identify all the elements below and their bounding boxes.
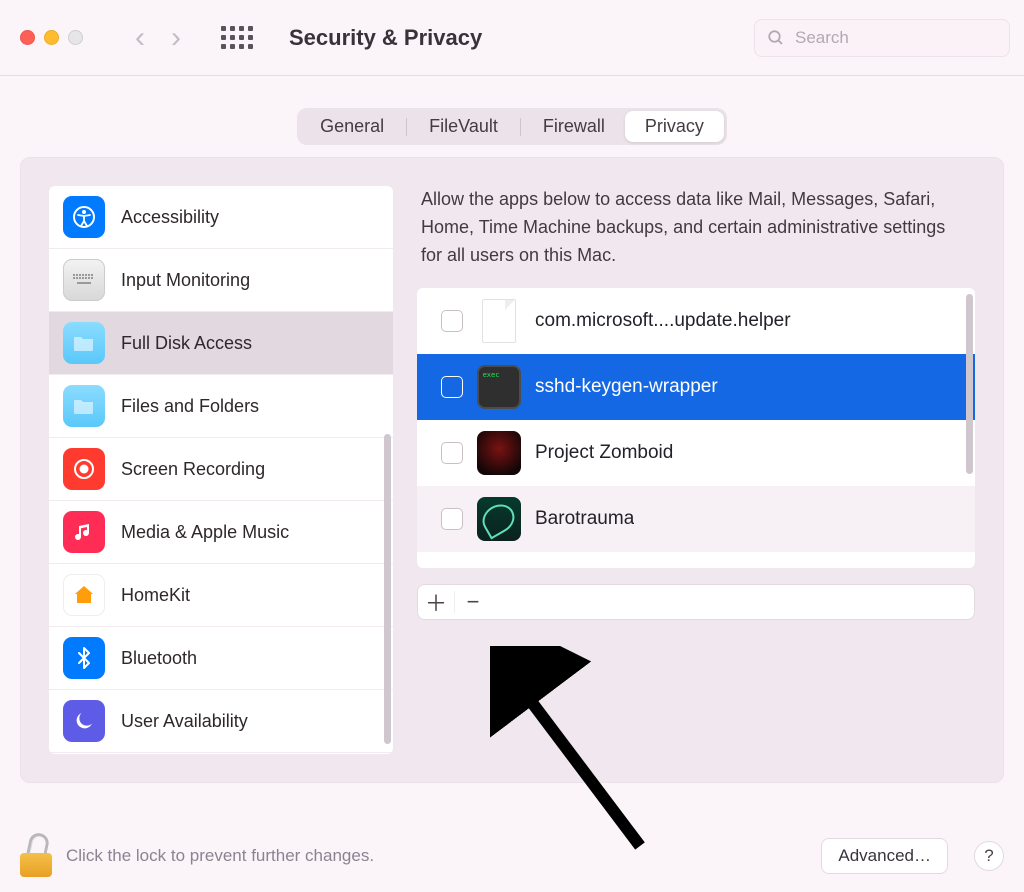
tab-divider — [406, 118, 407, 136]
tab-firewall[interactable]: Firewall — [523, 111, 625, 142]
sidebar-item-label: Full Disk Access — [121, 333, 252, 354]
app-row[interactable]: Project Zomboid — [417, 420, 975, 486]
app-list-scrollbar[interactable] — [966, 294, 973, 474]
main-panel: Accessibility Input Monitoring — [20, 157, 1004, 783]
music-icon — [63, 511, 105, 553]
search-icon — [767, 29, 785, 47]
app-list: com.microsoft....update.helper sshd-keyg… — [417, 288, 975, 568]
help-button[interactable]: ? — [974, 841, 1004, 871]
sidebar-item-label: Input Monitoring — [121, 270, 250, 291]
accessibility-icon — [63, 196, 105, 238]
add-remove-controls: ＋ − — [417, 584, 975, 620]
show-all-prefs-button[interactable] — [221, 26, 253, 49]
search-field-wrap[interactable] — [754, 19, 1010, 57]
tab-filevault[interactable]: FileVault — [409, 111, 518, 142]
permission-description: Allow the apps below to access data like… — [417, 186, 975, 288]
app-checkbox[interactable] — [441, 442, 463, 464]
back-button[interactable]: ‹ — [135, 23, 145, 53]
app-checkbox[interactable] — [441, 508, 463, 530]
tabs: General FileVault Firewall Privacy — [297, 108, 727, 145]
nav-buttons: ‹ › — [135, 23, 181, 53]
screen-record-icon — [63, 448, 105, 490]
app-name: Project Zomboid — [535, 442, 673, 464]
app-row[interactable]: com.microsoft....update.helper — [417, 288, 975, 354]
advanced-button[interactable]: Advanced… — [821, 838, 948, 874]
folder-icon — [63, 322, 105, 364]
search-input[interactable] — [795, 28, 997, 48]
app-name: sshd-keygen-wrapper — [535, 376, 718, 398]
keyboard-icon — [63, 259, 105, 301]
footer: Click the lock to prevent further change… — [20, 830, 1004, 882]
tab-general[interactable]: General — [300, 111, 404, 142]
privacy-category-list: Accessibility Input Monitoring — [49, 186, 393, 754]
app-name: com.microsoft....update.helper — [535, 310, 791, 332]
sidebar-item-screen-recording[interactable]: Screen Recording — [49, 438, 393, 501]
sidebar-item-label: Media & Apple Music — [121, 522, 289, 543]
sidebar-item-label: Accessibility — [121, 207, 219, 228]
close-window-button[interactable] — [20, 30, 35, 45]
sidebar-item-accessibility[interactable]: Accessibility — [49, 186, 393, 249]
barotrauma-icon — [477, 497, 521, 541]
app-row[interactable]: sshd-keygen-wrapper — [417, 354, 975, 420]
sidebar-item-input-monitoring[interactable]: Input Monitoring — [49, 249, 393, 312]
moon-icon — [63, 700, 105, 742]
sidebar-item-label: Screen Recording — [121, 459, 265, 480]
titlebar: ‹ › Security & Privacy — [0, 0, 1024, 76]
home-icon — [63, 574, 105, 616]
lock-hint: Click the lock to prevent further change… — [66, 846, 374, 866]
sidebar-item-label: Bluetooth — [121, 648, 197, 669]
app-checkbox[interactable] — [441, 310, 463, 332]
bluetooth-icon — [63, 637, 105, 679]
minimize-window-button[interactable] — [44, 30, 59, 45]
right-pane: Allow the apps below to access data like… — [417, 186, 975, 754]
sidebar-item-user-availability[interactable]: User Availability — [49, 690, 393, 753]
tabs-row: General FileVault Firewall Privacy — [0, 76, 1024, 145]
folder-icon — [63, 385, 105, 427]
lock-button[interactable] — [20, 835, 52, 877]
app-row[interactable]: Barotrauma — [417, 486, 975, 552]
tab-divider — [520, 118, 521, 136]
sidebar-item-full-disk-access[interactable]: Full Disk Access — [49, 312, 393, 375]
add-app-button[interactable]: ＋ — [418, 585, 454, 619]
sidebar-item-media-music[interactable]: Media & Apple Music — [49, 501, 393, 564]
sidebar-item-automation[interactable]: Automation — [49, 753, 393, 754]
sidebar-item-label: User Availability — [121, 711, 248, 732]
window-controls — [20, 30, 83, 45]
sidebar-item-bluetooth[interactable]: Bluetooth — [49, 627, 393, 690]
remove-app-button[interactable]: − — [455, 585, 491, 619]
zoom-window-button[interactable] — [68, 30, 83, 45]
tab-privacy[interactable]: Privacy — [625, 111, 724, 142]
document-icon — [477, 299, 521, 343]
sidebar-item-label: Files and Folders — [121, 396, 259, 417]
app-checkbox[interactable] — [441, 376, 463, 398]
project-zomboid-icon — [477, 431, 521, 475]
sidebar-scrollbar[interactable] — [384, 434, 391, 744]
sidebar-item-files-folders[interactable]: Files and Folders — [49, 375, 393, 438]
window-title: Security & Privacy — [289, 25, 482, 51]
terminal-icon — [477, 365, 521, 409]
app-name: Barotrauma — [535, 508, 634, 530]
forward-button[interactable]: › — [171, 23, 181, 53]
sidebar-item-homekit[interactable]: HomeKit — [49, 564, 393, 627]
sidebar-item-label: HomeKit — [121, 585, 190, 606]
